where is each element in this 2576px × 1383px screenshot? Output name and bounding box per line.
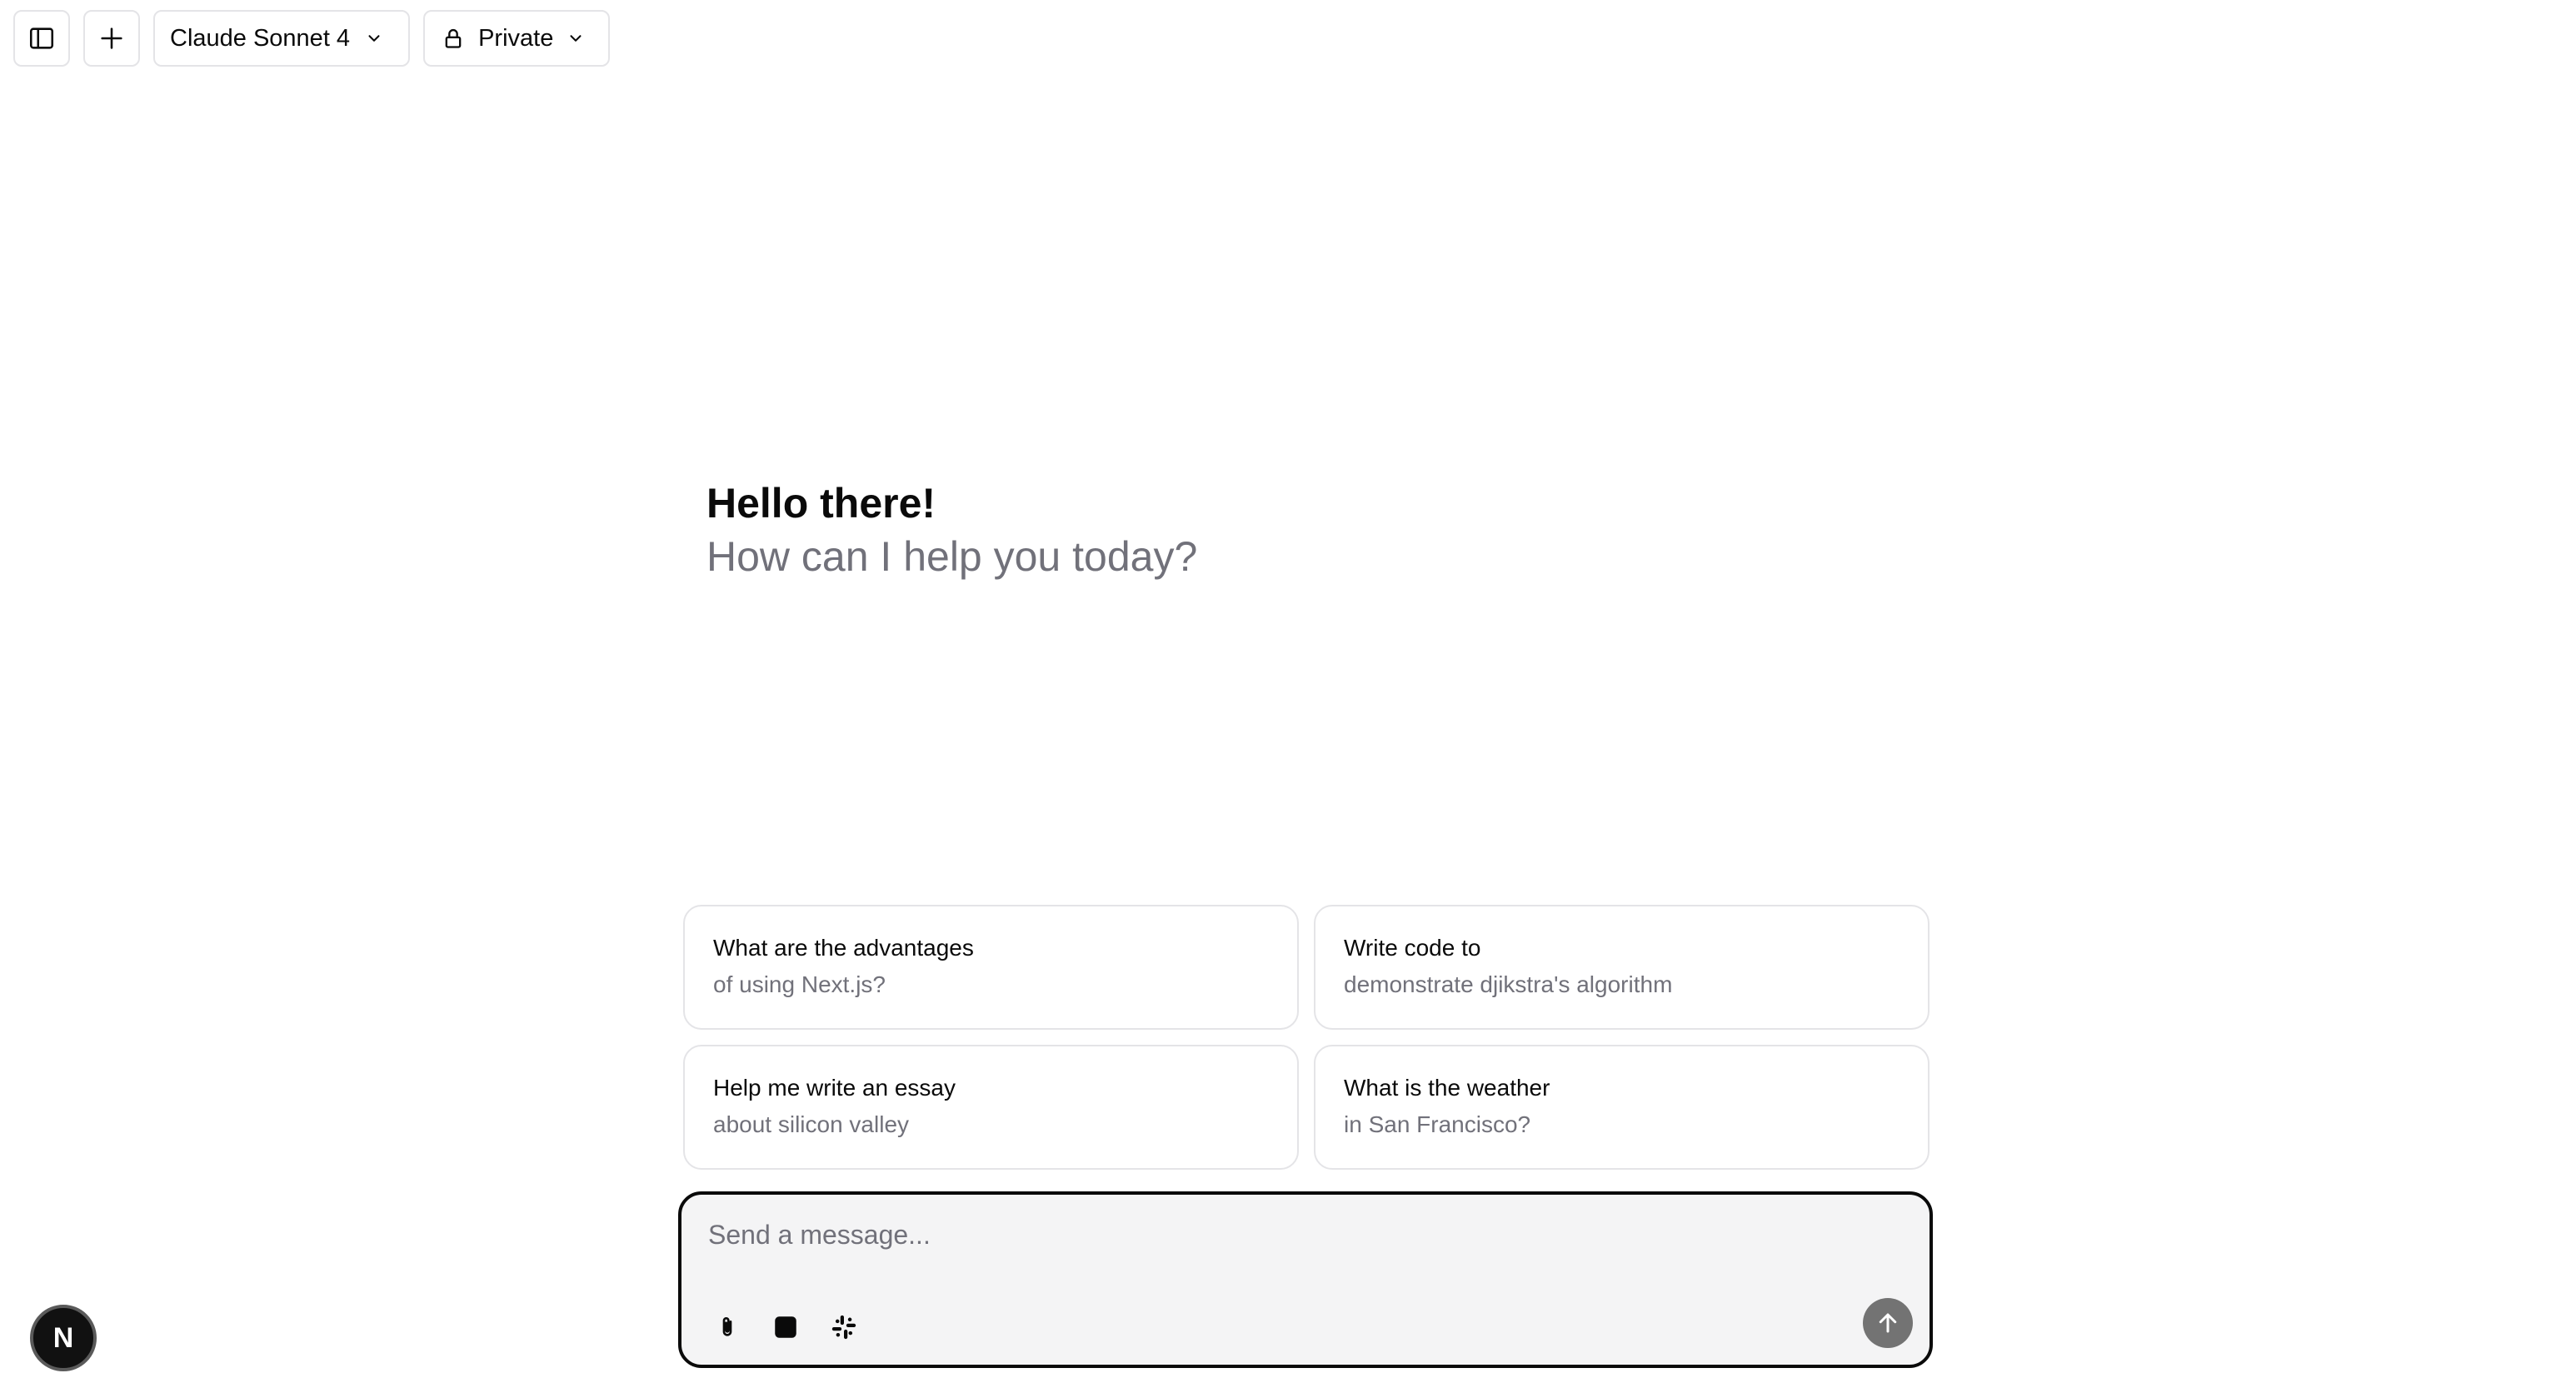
greeting-title: Hello there!	[706, 480, 936, 527]
lock-icon	[445, 28, 462, 48]
visibility-selector-label: Private	[478, 24, 554, 52]
composer-tools	[706, 1306, 865, 1348]
suggestion-title: Help me write an essay	[713, 1075, 956, 1101]
message-input[interactable]	[706, 1210, 1890, 1260]
suggestion-title: What is the weather	[1344, 1075, 1550, 1101]
greeting: Hello there! How can I help you today?	[706, 477, 1197, 583]
model-selector-label: Claude Sonnet 4	[170, 24, 351, 52]
suggestion-title: What are the advantages	[713, 935, 974, 961]
chevron-down-icon	[368, 35, 380, 42]
suggested-action-card[interactable]: Help me write an essay about silicon val…	[683, 1045, 1299, 1170]
greeting-subtitle: How can I help you today?	[706, 533, 1198, 580]
attach-button[interactable]	[706, 1306, 748, 1348]
top-toolbar: Claude Sonnet 4 Private	[13, 10, 611, 67]
suggested-actions: What are the advantages of using Next.js…	[683, 905, 1930, 1170]
paperclip-icon	[722, 1317, 732, 1336]
visibility-selector[interactable]: Private	[423, 10, 611, 67]
arrow-up-icon	[1879, 1313, 1897, 1333]
badge-label: N	[52, 1321, 74, 1354]
suggestion-subtitle: of using Next.js?	[713, 971, 886, 997]
stop-square-icon	[775, 1316, 796, 1338]
next-dev-badge[interactable]: N	[30, 1305, 97, 1371]
sidebar-toggle-icon	[29, 27, 54, 49]
model-selector[interactable]: Claude Sonnet 4	[153, 10, 411, 67]
new-chat-button[interactable]	[83, 10, 140, 67]
message-composer	[678, 1191, 1933, 1368]
slack-button[interactable]	[823, 1306, 865, 1348]
suggestion-title: Write code to	[1344, 935, 1481, 961]
stop-button[interactable]	[765, 1306, 806, 1348]
suggested-action-card[interactable]: What are the advantages of using Next.js…	[683, 905, 1299, 1030]
send-button[interactable]	[1863, 1298, 1913, 1348]
suggestion-subtitle: about silicon valley	[713, 1111, 910, 1137]
plus-icon	[101, 27, 122, 49]
chevron-down-icon	[570, 35, 582, 42]
suggested-action-card[interactable]: Write code to demonstrate djikstra's alg…	[1314, 905, 1930, 1030]
sidebar-toggle-button[interactable]	[13, 10, 70, 67]
suggestion-subtitle: in San Francisco?	[1344, 1111, 1531, 1137]
suggestion-subtitle: demonstrate djikstra's algorithm	[1344, 971, 1673, 997]
slack-icon	[831, 1315, 856, 1340]
suggested-action-card[interactable]: What is the weather in San Francisco?	[1314, 1045, 1930, 1170]
